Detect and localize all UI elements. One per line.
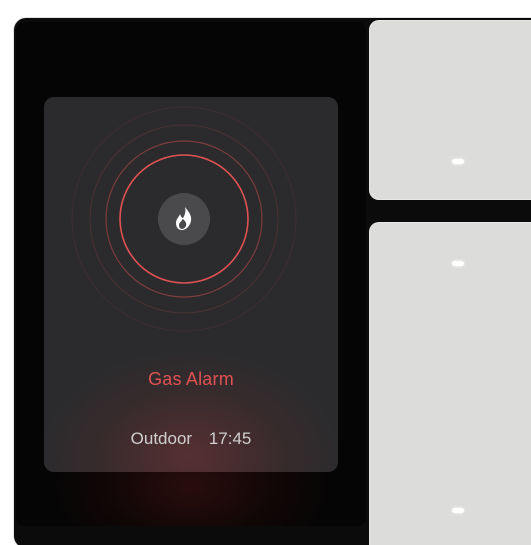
- led-indicator: [452, 508, 464, 513]
- alarm-time: 17:45: [208, 429, 252, 448]
- alarm-title: Gas Alarm: [148, 369, 234, 389]
- touch-screen[interactable]: Gas Alarm Outdoor 17:45: [16, 22, 366, 526]
- alarm-details: Outdoor 17:45: [44, 429, 338, 449]
- alarm-location: Outdoor: [130, 429, 193, 448]
- smart-switch-device: Gas Alarm Outdoor 17:45: [0, 0, 531, 545]
- led-indicator: [452, 261, 464, 266]
- led-indicator: [452, 159, 464, 164]
- alarm-icon-button[interactable]: [158, 193, 210, 245]
- top-rocker-button[interactable]: [369, 20, 531, 200]
- alarm-card[interactable]: Gas Alarm Outdoor 17:45: [44, 97, 338, 472]
- bottom-rocker-button[interactable]: [369, 222, 531, 545]
- fire-icon: [176, 207, 192, 230]
